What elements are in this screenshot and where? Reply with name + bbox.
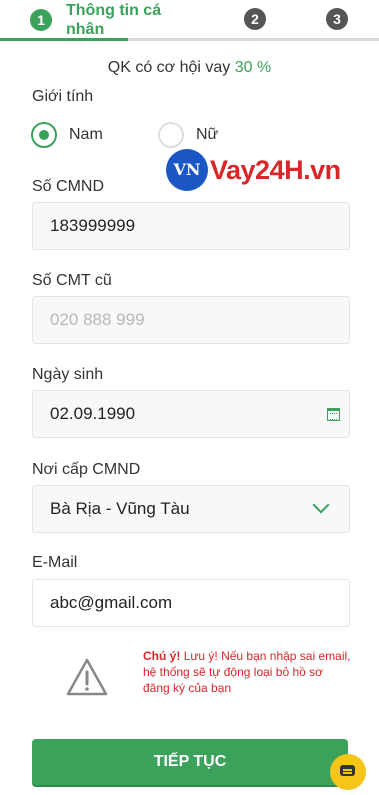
- gender-radio-female[interactable]: [158, 122, 184, 148]
- id-number-label: Số CMND: [32, 178, 105, 195]
- gender-option-female-label[interactable]: Nữ: [196, 126, 218, 144]
- warning-triangle-icon: [66, 658, 108, 696]
- email-warning: Chú ý! Lưu ý! Nếu bạn nhập sai email, hệ…: [143, 648, 353, 696]
- step-2-indicator[interactable]: 2: [244, 8, 266, 30]
- loan-chance-label: QK có cơ hội vay: [107, 59, 231, 76]
- issue-place-label: Nơi cấp CMND: [32, 461, 141, 478]
- email-input[interactable]: abc@gmail.com: [32, 579, 350, 627]
- birthday-label: Ngày sinh: [32, 366, 104, 383]
- progress-stepper: 1 Thông tin cá nhân 2 3: [0, 0, 379, 42]
- chevron-down-icon[interactable]: [312, 496, 330, 514]
- step-1-indicator[interactable]: 1: [30, 9, 52, 31]
- id-number-input[interactable]: 183999999: [32, 202, 350, 250]
- watermark-badge: VN: [166, 149, 208, 191]
- loan-chance-percent: 30 %: [234, 59, 272, 76]
- old-id-input[interactable]: 020 888 999: [32, 296, 350, 344]
- continue-button[interactable]: TIẾP TỤC: [32, 739, 348, 785]
- birthday-input[interactable]: 02.09.1990: [32, 390, 350, 438]
- issue-place-select[interactable]: Bà Rịa - Vũng Tàu: [32, 485, 350, 533]
- email-label: E-Mail: [32, 554, 78, 571]
- watermark-logo: VN Vay24H.vn: [166, 149, 341, 191]
- old-id-label: Số CMT cũ: [32, 272, 112, 289]
- loan-chance-text: QK có cơ hội vay 30 %: [0, 59, 379, 77]
- chat-bubble-icon[interactable]: [330, 754, 366, 790]
- progress-bar-filled: [0, 38, 128, 41]
- step-3-indicator[interactable]: 3: [326, 8, 348, 30]
- calendar-icon[interactable]: [327, 408, 340, 421]
- birthday-value: 02.09.1990: [50, 404, 136, 423]
- progress-bar-remaining: [128, 38, 379, 41]
- warning-strong: Chú ý!: [143, 649, 181, 663]
- gender-label: Giới tính: [32, 88, 94, 105]
- issue-place-value: Bà Rịa - Vũng Tàu: [50, 499, 190, 518]
- step-1-label: Thông tin cá nhân: [66, 2, 162, 38]
- gender-radio-male[interactable]: [31, 122, 57, 148]
- gender-option-male-label[interactable]: Nam: [69, 126, 103, 144]
- watermark-text: Vay24H.vn: [210, 154, 341, 185]
